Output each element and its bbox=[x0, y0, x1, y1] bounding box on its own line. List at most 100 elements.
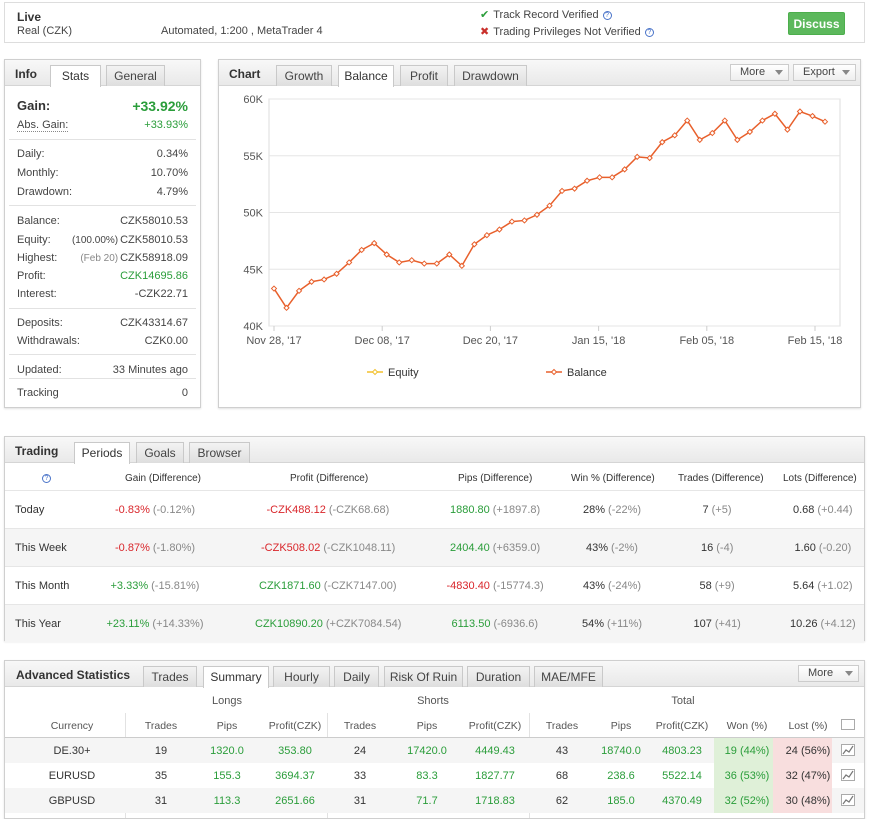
trading-value-lots: 10.26 bbox=[790, 618, 818, 630]
summary-cell-t_profit: 4803.23 bbox=[662, 745, 702, 757]
header-win: Win % (Difference) bbox=[571, 473, 655, 484]
trading-cell-lots: 0.68 (+0.44) bbox=[793, 504, 853, 516]
trading-diff-trades: (+5) bbox=[711, 504, 732, 516]
chevron-down-icon bbox=[842, 70, 850, 75]
more-dropdown[interactable]: More bbox=[730, 64, 789, 81]
summary-cell-l_profit: 3694.37 bbox=[275, 770, 315, 782]
help-icon[interactable]: ? bbox=[602, 10, 612, 20]
trading-cell-pips: 2404.40 (+6359.0) bbox=[450, 542, 540, 554]
daily-row: Daily: 0.34% bbox=[17, 148, 188, 160]
trading-diff-gain: (+14.33%) bbox=[152, 618, 204, 630]
column-header: Trades bbox=[343, 720, 377, 732]
trading-value-profit: CZK1871.60 bbox=[259, 580, 321, 592]
chart-icon[interactable] bbox=[841, 744, 855, 756]
daily-label: Daily: bbox=[17, 148, 45, 160]
more-dropdown[interactable]: More bbox=[798, 665, 859, 682]
trading-diff-profit: (+CZK7084.54) bbox=[325, 618, 402, 630]
equity-legend-marker bbox=[371, 368, 379, 376]
table-icon[interactable] bbox=[841, 719, 855, 730]
highest-label: Highest: bbox=[17, 252, 58, 264]
chevron-down-icon bbox=[845, 671, 853, 676]
balance-row: Balance: CZK58010.53 bbox=[17, 215, 188, 227]
updated-value: 33 Minutes ago bbox=[112, 364, 188, 376]
trading-cell-lots: 5.64 (+1.02) bbox=[793, 580, 853, 592]
trading-diff-profit: (-CZK68.68) bbox=[328, 504, 390, 516]
tracking-row: Tracking 0 bbox=[17, 387, 188, 399]
trading-value-lots: 0.68 bbox=[793, 504, 815, 516]
tab-stats[interactable]: Stats bbox=[50, 65, 101, 87]
monthly-label: Monthly: bbox=[17, 167, 59, 179]
trading-diff-win: (-24%) bbox=[608, 580, 642, 592]
period-label: This Month bbox=[15, 580, 70, 592]
summary-cell-l_pips: 1320.0 bbox=[210, 745, 244, 757]
trading-cell-win: 28% (-22%) bbox=[583, 504, 641, 516]
trading-value-trades: 107 bbox=[693, 618, 712, 630]
y-tick-label: 40K bbox=[243, 321, 263, 333]
trading-value-gain: +3.33% bbox=[110, 580, 149, 592]
chart-icon[interactable] bbox=[841, 769, 855, 781]
x-tick-label: Jan 15, '18 bbox=[572, 335, 625, 347]
tab-summary[interactable]: Summary bbox=[203, 666, 269, 688]
updated-row: Updated: 33 Minutes ago bbox=[17, 364, 188, 376]
line-chart-icon bbox=[842, 795, 854, 805]
summary-cell-t_pips: 185.0 bbox=[607, 795, 635, 807]
trading-cell-gain: +23.11% (+14.33%) bbox=[107, 618, 204, 630]
chevron-down-icon bbox=[775, 70, 783, 75]
trading-cell-profit: CZK1871.60 (-CZK7147.00) bbox=[259, 580, 397, 592]
advanced-tabbar: Advanced Statistics Trades Summary Hourl… bbox=[5, 661, 864, 688]
balance-legend-marker bbox=[550, 368, 558, 376]
x-tick-label: Feb 15, '18 bbox=[788, 335, 843, 347]
equity-legend-label[interactable]: Equity bbox=[388, 367, 419, 379]
tab-balance[interactable]: Balance bbox=[338, 65, 394, 87]
header-profit: Profit (Difference) bbox=[290, 473, 369, 484]
tab-risk-of-ruin[interactable]: Risk Of Ruin bbox=[384, 666, 463, 687]
trading-cell-profit: -CZK508.02 (-CZK1048.11) bbox=[261, 542, 395, 554]
trading-diff-profit: (-CZK1048.11) bbox=[323, 542, 396, 554]
profit-value: CZK14695.86 bbox=[120, 270, 188, 282]
track-record-status: ✔ Track Record Verified? bbox=[480, 8, 612, 21]
tab-mae-mfe[interactable]: MAE/MFE bbox=[534, 666, 603, 687]
tab-growth[interactable]: Growth bbox=[276, 65, 332, 86]
divider bbox=[9, 378, 196, 379]
tab-duration[interactable]: Duration bbox=[467, 666, 530, 687]
summary-cell-t_trades: 68 bbox=[555, 770, 569, 782]
tab-profit[interactable]: Profit bbox=[400, 65, 448, 86]
trading-value-lots: 1.60 bbox=[794, 542, 816, 554]
tab-goals[interactable]: Goals bbox=[136, 442, 184, 463]
tab-general[interactable]: General bbox=[106, 65, 165, 86]
y-tick-label: 55K bbox=[243, 151, 263, 163]
abs-gain-label[interactable]: Abs. Gain: bbox=[17, 119, 69, 132]
trading-value-gain: -0.87% bbox=[115, 542, 150, 554]
tab-browser[interactable]: Browser bbox=[189, 442, 250, 463]
discuss-button[interactable]: Discuss bbox=[788, 12, 845, 35]
chart-title: Chart bbox=[229, 67, 261, 81]
chart-tabbar: Chart Growth Balance Profit Drawdown Mor… bbox=[219, 60, 860, 87]
summary-cell-lost: 30 (48%) bbox=[785, 795, 831, 807]
header-gain: Gain (Difference) bbox=[125, 473, 201, 484]
column-header: Trades bbox=[545, 720, 579, 732]
help-icon[interactable]: ? bbox=[644, 27, 654, 37]
trading-cell-pips: 6113.50 (-6936.6) bbox=[452, 618, 539, 630]
trading-cell-trades: 107 (+41) bbox=[694, 618, 741, 630]
trading-value-pips: -4830.40 bbox=[446, 580, 490, 592]
column-header: Lost (%) bbox=[788, 720, 828, 732]
header-lots: Lots (Difference) bbox=[783, 473, 857, 484]
trading-diff-pips: (-15774.3) bbox=[492, 580, 544, 592]
cross-icon: ✖ bbox=[480, 26, 490, 38]
balance-legend-label[interactable]: Balance bbox=[567, 367, 607, 379]
tab-periods[interactable]: Periods bbox=[74, 442, 130, 464]
chart-icon[interactable] bbox=[841, 794, 855, 806]
x-tick-label: Dec 20, '17 bbox=[463, 335, 518, 347]
tab-drawdown[interactable]: Drawdown bbox=[454, 65, 527, 86]
trading-diff-gain: (-0.12%) bbox=[152, 504, 196, 516]
trading-privileges-status: ✖ Trading Privileges Not Verified? bbox=[480, 25, 654, 38]
help-icon[interactable]: ? bbox=[42, 474, 51, 483]
balance-chart: 40K 45K 50K 55K 60K Nov 28, '17 Dec 08, '17 Dec… bbox=[243, 94, 843, 379]
summary-cell-s_trades: 33 bbox=[353, 770, 367, 782]
trading-value-profit: -CZK508.02 bbox=[261, 542, 321, 554]
tab-trades[interactable]: Trades bbox=[143, 666, 197, 687]
export-dropdown[interactable]: Export bbox=[793, 64, 856, 81]
tab-hourly[interactable]: Hourly bbox=[273, 666, 330, 687]
trading-cell-gain: -0.83% (-0.12%) bbox=[115, 504, 195, 516]
tab-daily[interactable]: Daily bbox=[334, 666, 379, 687]
